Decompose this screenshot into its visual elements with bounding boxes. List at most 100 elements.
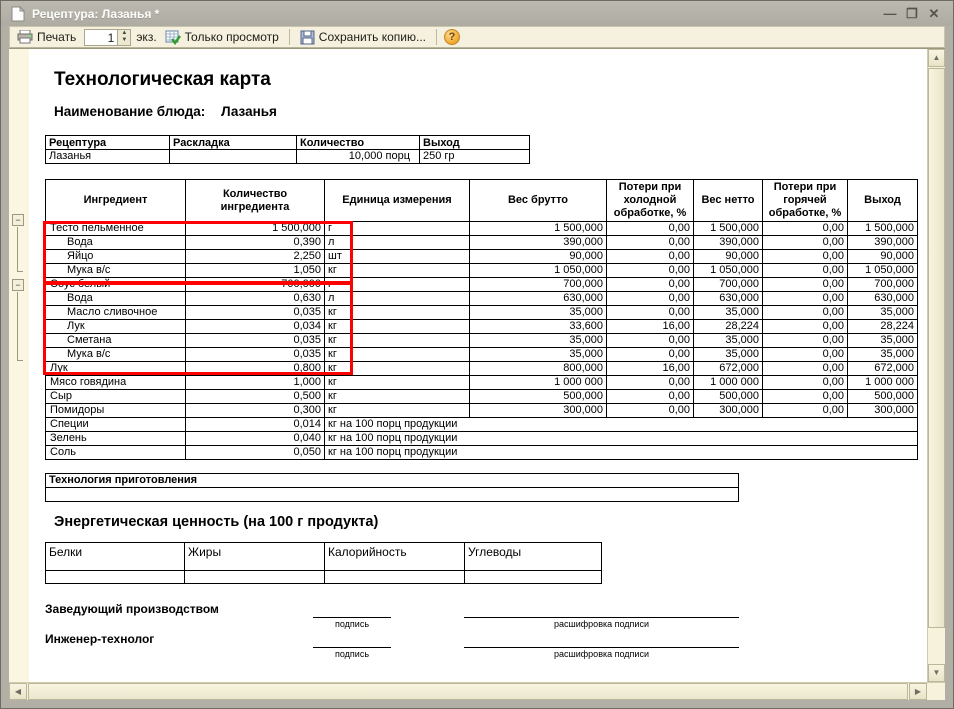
yield-cell: 1 050,000 xyxy=(848,264,918,278)
dish-name: Лазанья xyxy=(221,104,277,119)
qty-cell: 0,500 xyxy=(186,390,325,404)
technology-content-cell xyxy=(46,488,739,502)
ingredient-cell: Мясо говядина xyxy=(46,376,186,390)
energy-col-header: Углеводы xyxy=(465,543,602,571)
save-copy-button[interactable]: Сохранить копию... xyxy=(297,29,429,46)
unit-cell: кг на 100 порц продукции xyxy=(325,432,918,446)
cold-loss-cell: 0,00 xyxy=(607,278,694,292)
energy-value-cell xyxy=(185,571,325,584)
signature-role: Инженер-технолог xyxy=(45,632,313,646)
net-weight-cell: 630,000 xyxy=(694,292,763,306)
qty-cell: 1,000 xyxy=(186,376,325,390)
ingredient-row: Помидоры0,300кг300,0000,00300,0000,00300… xyxy=(46,404,918,418)
signature-row: Инженер-технолог подпись расшифровка под… xyxy=(45,632,927,659)
gross-weight-cell: 35,000 xyxy=(470,348,607,362)
yield-cell: 35,000 xyxy=(848,348,918,362)
highlight-box-group-2 xyxy=(43,281,353,375)
quantity-cell: 10,000 порц xyxy=(297,150,420,164)
arrow-up-icon: ▲ xyxy=(933,54,941,62)
technology-table: Технология приготовления xyxy=(45,473,739,502)
hot-loss-cell: 0,00 xyxy=(763,320,848,334)
energy-col-header: Белки xyxy=(46,543,185,571)
cold-loss-cell: 0,00 xyxy=(607,390,694,404)
gross-weight-cell: 800,000 xyxy=(470,362,607,376)
hot-loss-cell: 0,00 xyxy=(763,334,848,348)
yield-cell: 500,000 xyxy=(848,390,918,404)
net-weight-cell: 672,000 xyxy=(694,362,763,376)
gross-weight-cell: 35,000 xyxy=(470,306,607,320)
vertical-scrollbar[interactable]: ▲ ▼ xyxy=(927,49,945,682)
vertical-scroll-track[interactable] xyxy=(928,628,945,664)
energy-col-header: Жиры xyxy=(185,543,325,571)
copies-value[interactable]: 1 xyxy=(85,30,117,45)
printer-icon xyxy=(17,30,33,44)
unit-cell: кг xyxy=(325,404,470,418)
net-weight-cell: 1 050,000 xyxy=(694,264,763,278)
arrow-down-icon: ▼ xyxy=(933,669,941,677)
qty-cell: 0,014 xyxy=(186,418,325,432)
maximize-button[interactable]: ❒ xyxy=(901,5,923,23)
yield-cell: 28,224 xyxy=(848,320,918,334)
yield-cell: 35,000 xyxy=(848,334,918,348)
copies-stepper[interactable]: 1 ▲ ▼ xyxy=(84,29,131,46)
cold-loss-cell: 0,00 xyxy=(607,348,694,362)
ingredient-row: Мясо говядина1,000кг1 000 0000,001 000 0… xyxy=(46,376,918,390)
title-bar[interactable]: Рецептура: Лазанья * — ❒ ✕ xyxy=(1,1,953,26)
gross-weight-cell: 1 000 000 xyxy=(470,376,607,390)
spin-up-icon[interactable]: ▲ xyxy=(118,30,130,38)
hot-loss-cell: 0,00 xyxy=(763,348,848,362)
net-weight-cell: 28,224 xyxy=(694,320,763,334)
minimize-button[interactable]: — xyxy=(879,5,901,23)
close-button[interactable]: ✕ xyxy=(923,5,945,23)
hot-loss-cell: 0,00 xyxy=(763,306,848,320)
gross-weight-cell: 35,000 xyxy=(470,334,607,348)
vertical-scroll-thumb[interactable] xyxy=(928,68,945,628)
energy-title: Энергетическая ценность (на 100 г продук… xyxy=(54,514,927,530)
cold-loss-cell: 0,00 xyxy=(607,292,694,306)
view-only-button[interactable]: Только просмотр xyxy=(162,29,282,46)
collapse-group-2-button[interactable]: − xyxy=(12,279,24,291)
qty-cell: 0,050 xyxy=(186,446,325,460)
cold-loss-cell: 0,00 xyxy=(607,236,694,250)
scroll-down-button[interactable]: ▼ xyxy=(928,664,945,682)
scroll-right-button[interactable]: ▶ xyxy=(909,683,927,700)
yield-cell: 300,000 xyxy=(848,404,918,418)
net-weight-cell: 390,000 xyxy=(694,236,763,250)
main-table-head-row: ИнгредиентКоличество ингредиентаЕдиница … xyxy=(46,180,918,222)
ingredient-cell: Специи xyxy=(46,418,186,432)
print-page: Технологическая карта Наименование блюда… xyxy=(29,49,927,682)
ingredient-cell: Сыр xyxy=(46,390,186,404)
scroll-up-button[interactable]: ▲ xyxy=(928,49,945,67)
ingredient-row: Сыр0,500кг500,0000,00500,0000,00500,000 xyxy=(46,390,918,404)
signature-role: Заведующий производством xyxy=(45,602,313,616)
dish-label: Наименование блюда: xyxy=(54,104,205,119)
signatures-block: Заведующий производством подпись расшифр… xyxy=(45,602,927,659)
net-weight-cell: 1 000 000 xyxy=(694,376,763,390)
scroll-left-button[interactable]: ◀ xyxy=(9,683,27,700)
unit-cell: кг на 100 порц продукции xyxy=(325,446,918,460)
help-icon[interactable]: ? xyxy=(444,29,460,45)
hot-loss-cell: 0,00 xyxy=(763,292,848,306)
recipe-window: Рецептура: Лазанья * — ❒ ✕ Печать 1 ▲ ▼ … xyxy=(0,0,954,709)
horizontal-scrollbar[interactable]: ◀ ▶ xyxy=(9,682,945,700)
horizontal-scroll-thumb[interactable] xyxy=(28,683,908,700)
gross-weight-cell: 33,600 xyxy=(470,320,607,334)
highlight-box-group-1 xyxy=(43,221,353,285)
net-weight-cell: 35,000 xyxy=(694,306,763,320)
main-col-header: Единица измерения xyxy=(325,180,470,222)
energy-data-row xyxy=(46,571,602,584)
net-weight-cell: 700,000 xyxy=(694,278,763,292)
scrollbar-corner xyxy=(927,683,945,700)
qty-cell: 0,300 xyxy=(186,404,325,418)
unit-cell: кг xyxy=(325,376,470,390)
print-label: Печать xyxy=(37,30,76,44)
cold-loss-cell: 0,00 xyxy=(607,264,694,278)
signature-row: Заведующий производством подпись расшифр… xyxy=(45,602,927,629)
ingredient-row: Зелень0,040кг на 100 порц продукции xyxy=(46,432,918,446)
spin-down-icon[interactable]: ▼ xyxy=(118,37,130,45)
print-button[interactable]: Печать xyxy=(14,29,79,45)
page-title: Технологическая карта xyxy=(54,69,927,91)
hot-loss-cell: 0,00 xyxy=(763,404,848,418)
collapse-group-1-button[interactable]: − xyxy=(12,214,24,226)
unit-cell: кг xyxy=(325,390,470,404)
